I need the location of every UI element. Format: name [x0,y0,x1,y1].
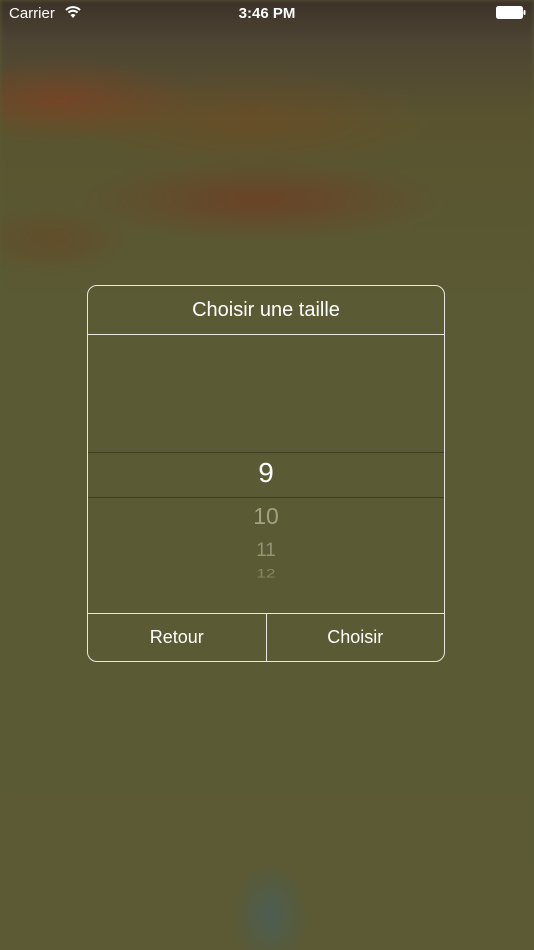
battery-icon [496,6,526,19]
dialog-title: Choisir une taille [88,286,444,335]
status-bar: Carrier 3:46 PM [0,0,534,28]
picker-item[interactable]: 12 [88,567,444,580]
picker-item-selected[interactable]: 9 [88,457,444,489]
status-time: 3:46 PM [238,5,296,22]
picker-selection-top-line [88,452,444,453]
picker-item[interactable]: 10 [88,503,444,530]
back-button[interactable]: Retour [88,614,267,661]
picker-item[interactable]: 11 [88,540,444,562]
size-picker-wheel[interactable]: 9 10 11 12 [88,335,444,614]
size-picker-dialog: Choisir une taille 9 10 11 12 Retour Cho… [87,285,445,662]
choose-button[interactable]: Choisir [267,614,445,661]
dialog-actions: Retour Choisir [88,613,444,661]
picker-selection-bottom-line [88,497,444,498]
